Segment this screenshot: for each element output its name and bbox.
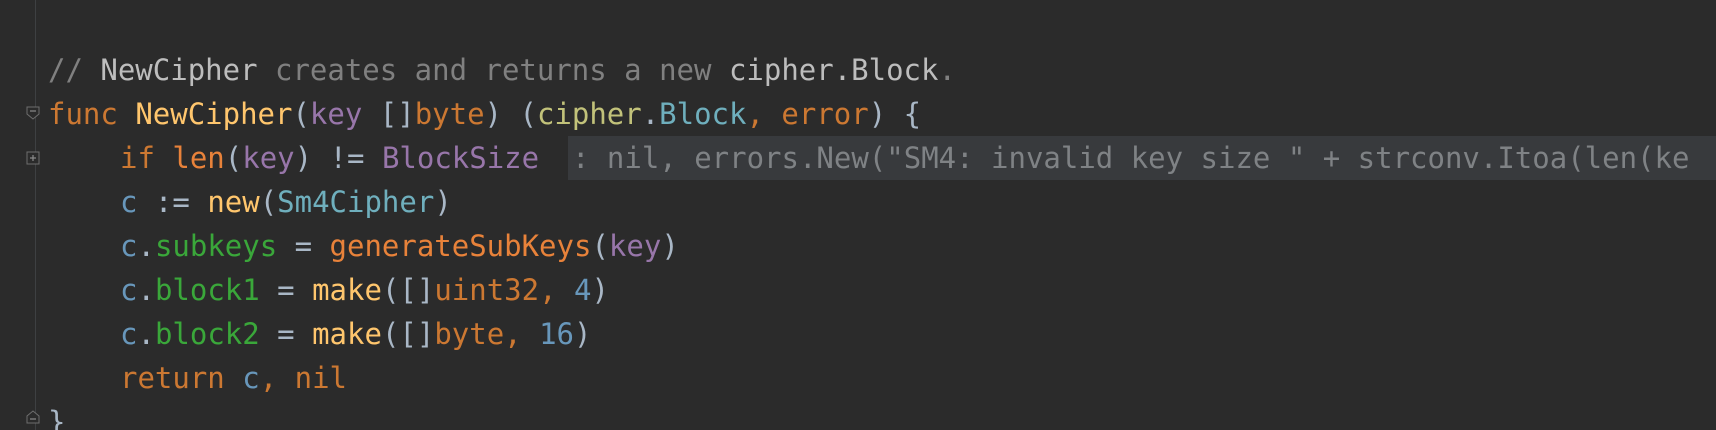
fold-end-icon[interactable] — [26, 410, 40, 424]
field-block2: block2 — [154, 317, 260, 351]
code-editor[interactable]: // NewCipher creates and returns a new c… — [0, 0, 1716, 430]
operator-assign: := — [137, 185, 208, 219]
builtin-make: make — [312, 273, 382, 307]
code-line-closing-brace[interactable]: } — [48, 400, 65, 430]
code-line-func-signature[interactable]: func NewCipher(key []byte) (cipher.Block… — [48, 92, 921, 136]
type-error: error — [781, 97, 869, 131]
number-literal: 16 — [539, 317, 575, 351]
keyword-if: if — [120, 141, 155, 175]
type-sm4cipher: Sm4Cipher — [277, 185, 435, 219]
comma: , — [259, 361, 295, 395]
signature-close: ) ( — [484, 97, 537, 131]
operator-neq: ) != — [294, 141, 382, 175]
type-byte: byte — [414, 97, 485, 131]
field-subkeys: subkeys — [154, 229, 278, 263]
arg-key: key — [608, 229, 662, 263]
var-c: c — [120, 229, 138, 263]
operator-eq: = — [277, 229, 330, 263]
operator-eq: = — [259, 317, 313, 351]
fold-collapse-icon[interactable] — [26, 106, 40, 120]
slice-brackets: [] — [362, 97, 415, 131]
paren-open: ( — [292, 97, 310, 131]
paren-close: ) — [574, 317, 592, 351]
return-close: ) { — [868, 97, 922, 131]
const-blocksize: BlockSize — [381, 141, 540, 175]
var-c: c — [120, 273, 138, 307]
paren-close: ) — [591, 273, 609, 307]
paren-open: ( — [224, 141, 243, 175]
builtin-len: len — [172, 141, 225, 175]
code-line-new[interactable]: c := new(Sm4Cipher) — [48, 180, 452, 224]
make-open: ([] — [381, 273, 435, 307]
type-byte: byte — [434, 317, 505, 351]
editor-gutter[interactable] — [0, 0, 34, 430]
closing-brace: } — [48, 405, 66, 430]
code-line-return[interactable]: return c, nil — [48, 356, 347, 400]
type-uint32: uint32 — [434, 273, 540, 307]
var-c: c — [120, 317, 138, 351]
var-c: c — [120, 185, 138, 219]
code-line-block2[interactable]: c.block2 = make([]byte, 16) — [48, 312, 591, 356]
folded-code-placeholder[interactable]: : nil, errors.New("SM4: invalid key size… — [568, 136, 1716, 180]
keyword-nil: nil — [294, 361, 348, 395]
fold-expand-icon[interactable] — [26, 151, 40, 165]
dot: . — [137, 229, 155, 263]
keyword-func: func — [48, 97, 118, 131]
paren-open: ( — [591, 229, 609, 263]
keyword-return: return — [120, 361, 225, 395]
builtin-make: make — [312, 317, 382, 351]
gutter-divider — [35, 0, 36, 430]
arg-key: key — [242, 141, 295, 175]
paren-close: ) — [434, 185, 452, 219]
comment-slash: // — [48, 53, 101, 87]
dot: . — [641, 97, 660, 131]
code-line-comment[interactable]: // NewCipher creates and returns a new c… — [48, 48, 956, 92]
number-literal: 4 — [574, 273, 592, 307]
comma: , — [504, 317, 540, 351]
comment-end: . — [938, 53, 956, 87]
paren-open: ( — [259, 185, 278, 219]
operator-eq: = — [259, 273, 313, 307]
comment-text: creates and returns a new — [257, 53, 729, 87]
comma: , — [746, 97, 782, 131]
code-line-subkeys[interactable]: c.subkeys = generateSubKeys(key) — [48, 224, 679, 268]
paren-close: ) — [661, 229, 679, 263]
param-key: key — [309, 97, 363, 131]
make-open: ([] — [381, 317, 435, 351]
comment-ref-type: cipher.Block — [728, 53, 939, 87]
package-cipher: cipher — [536, 97, 642, 131]
function-name: NewCipher — [135, 97, 293, 131]
comma: , — [539, 273, 575, 307]
comment-ref-name: NewCipher — [100, 53, 258, 87]
dot: . — [137, 273, 155, 307]
call-generatesubkeys: generateSubKeys — [329, 229, 592, 263]
code-line-if[interactable]: if len(key) != BlockSize — [48, 136, 539, 180]
field-block1: block1 — [154, 273, 260, 307]
var-c: c — [242, 361, 260, 395]
type-block: Block — [659, 97, 747, 131]
builtin-new: new — [207, 185, 260, 219]
code-line-block1[interactable]: c.block1 = make([]uint32, 4) — [48, 268, 609, 312]
dot: . — [137, 317, 155, 351]
